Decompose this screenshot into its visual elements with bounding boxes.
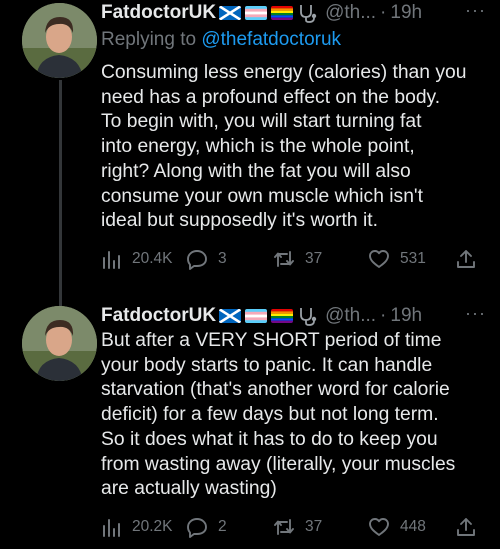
- timestamp[interactable]: 19h: [390, 305, 422, 327]
- text-line: your body starts to panic. It can handle: [101, 354, 433, 376]
- separator: ·: [380, 305, 387, 326]
- reply-count: 2: [218, 518, 227, 535]
- handle[interactable]: @th...: [325, 305, 376, 327]
- stethoscope-icon: [297, 306, 319, 326]
- scotland-flag-icon: [219, 309, 242, 323]
- text-line: are actually wasting): [101, 478, 277, 500]
- like-icon: [369, 518, 389, 536]
- display-name[interactable]: FatdoctorUK: [101, 305, 216, 327]
- rainbow-flag-icon: [271, 309, 294, 323]
- like-button[interactable]: 448: [368, 516, 426, 538]
- name-emojis: [219, 306, 319, 326]
- retweet-button[interactable]: 37: [273, 516, 322, 538]
- retweet-count: 37: [305, 518, 323, 535]
- reply-icon: [187, 518, 207, 538]
- views-button[interactable]: 20.2K: [100, 516, 173, 538]
- transgender-flag-icon: [245, 309, 268, 323]
- avatar-photo: [22, 306, 97, 381]
- like-count: 448: [400, 518, 426, 535]
- reply-button[interactable]: 2: [186, 516, 227, 538]
- avatar[interactable]: [22, 306, 97, 381]
- tweet[interactable]: FatdoctorUK @th... · 19h ··· But after a…: [0, 0, 500, 549]
- retweet-icon: [274, 519, 294, 535]
- views-count: 20.2K: [132, 518, 173, 535]
- action-bar: 20.2K 2 37 448: [100, 516, 485, 542]
- share-icon: [457, 518, 475, 536]
- more-options-icon[interactable]: ···: [465, 304, 486, 324]
- text-line: starvation (that's another word for calo…: [101, 379, 450, 401]
- tweet-text: But after a VERY SHORT period of time yo…: [101, 329, 486, 502]
- share-button[interactable]: [455, 516, 477, 538]
- views-icon: [103, 519, 120, 537]
- tweet-header: FatdoctorUK @th... · 19h ···: [101, 303, 486, 329]
- text-line: So it does what it has to do to keep you: [101, 428, 438, 450]
- text-line: from wasting away (literally, your muscl…: [101, 453, 456, 475]
- text-line: deficit) for a few days but not long ter…: [101, 404, 439, 426]
- text-line: But after a VERY SHORT period of time: [101, 330, 442, 351]
